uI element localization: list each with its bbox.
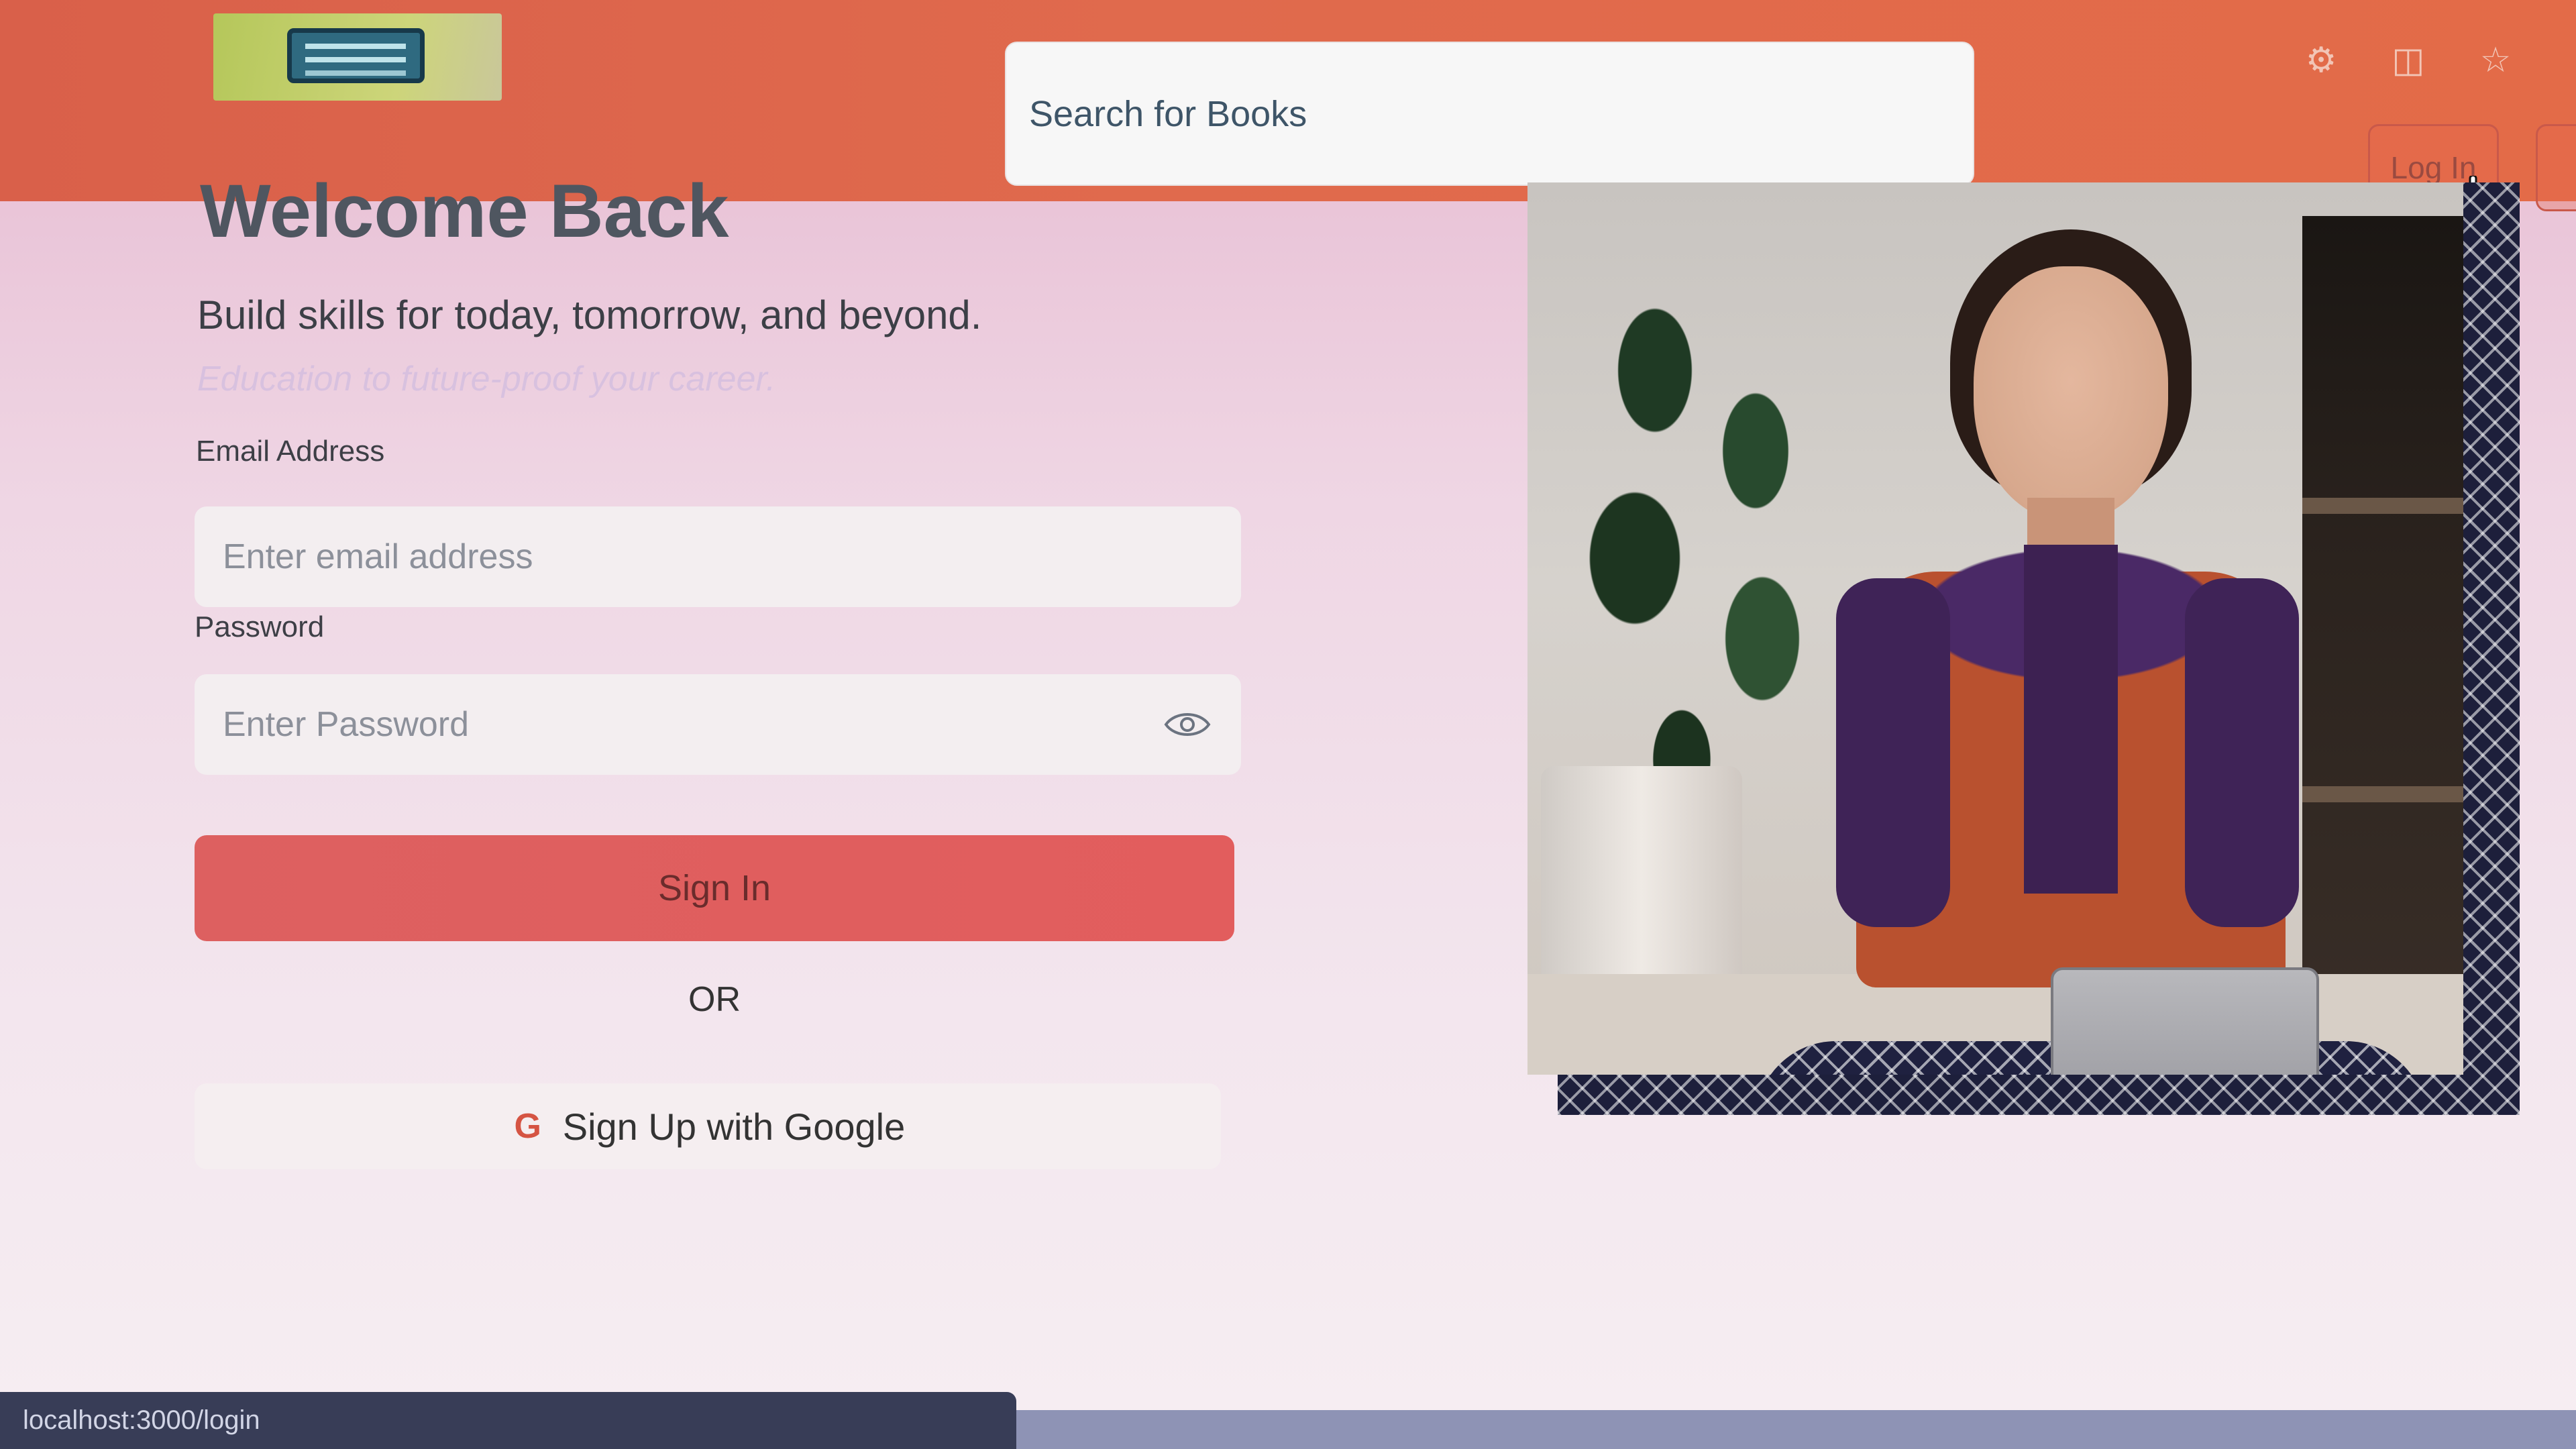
password-field[interactable] <box>195 674 1241 775</box>
hero-photo <box>1527 182 2463 1075</box>
email-input[interactable] <box>223 537 1241 577</box>
sweater-sleeve-right <box>2185 578 2299 927</box>
sweater-sleeve-left <box>1836 578 1950 927</box>
search-input[interactable] <box>1029 93 1973 135</box>
password-input[interactable] <box>223 704 1241 745</box>
google-signup-label: Sign Up with Google <box>562 1105 906 1148</box>
sign-in-button[interactable]: Sign In <box>195 835 1234 941</box>
page-title: Welcome Back <box>200 169 729 253</box>
status-url: localhost:3000/login <box>23 1405 260 1435</box>
password-label: Password <box>195 610 325 643</box>
signup-button[interactable] <box>2536 124 2576 211</box>
split-view-icon[interactable]: ◫ <box>2388 40 2428 80</box>
favorites-icon[interactable]: ☆ <box>2475 40 2516 80</box>
face <box>1974 266 2168 521</box>
tagline: Build skills for today, tomorrow, and be… <box>197 292 982 337</box>
extensions-icon[interactable]: ⚙ <box>2301 40 2341 80</box>
site-logo[interactable] <box>213 13 502 101</box>
smiling-girl-with-tablet <box>1756 229 2426 1075</box>
horizontal-scrollbar[interactable] <box>1016 1410 2576 1449</box>
google-signup-button[interactable]: G Sign Up with Google <box>195 1083 1221 1169</box>
logo-book-icon <box>287 28 425 83</box>
sign-in-label: Sign In <box>657 868 771 908</box>
google-icon: G <box>514 1107 541 1146</box>
tablet <box>2051 967 2319 1075</box>
login-page: ⚙ ◫ ☆ Log In Welcome Back Build skills f… <box>0 0 2576 1449</box>
sub-tagline: Education to future-proof your career. <box>197 360 776 398</box>
search-bar[interactable] <box>1005 42 1974 186</box>
email-field[interactable] <box>195 506 1241 607</box>
browser-toolbar: ⚙ ◫ ☆ <box>2301 40 2516 80</box>
status-bar: localhost:3000/login <box>0 1392 1016 1449</box>
eye-icon[interactable] <box>1163 708 1212 741</box>
email-label: Email Address <box>196 435 385 468</box>
or-divider: OR <box>688 980 741 1019</box>
hero-image-frame <box>1527 182 2520 1115</box>
